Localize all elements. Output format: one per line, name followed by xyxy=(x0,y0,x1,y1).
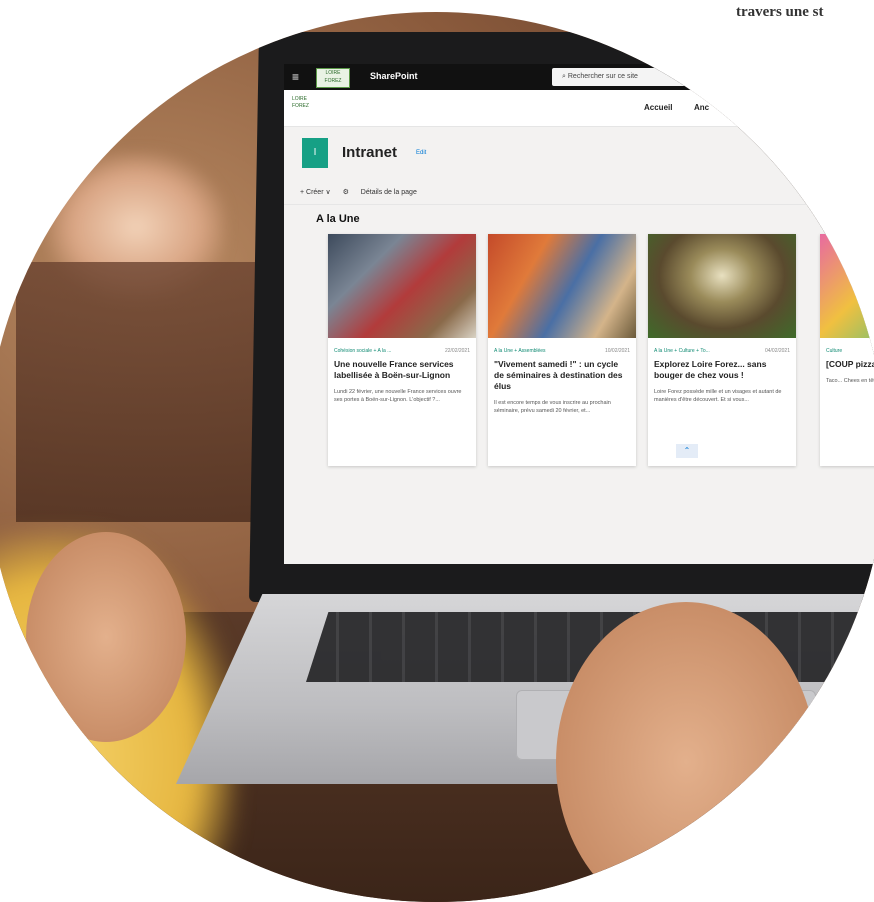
section-title: A la Une xyxy=(316,213,360,225)
news-card-image xyxy=(488,234,636,338)
news-card-title[interactable]: "Vivement samedi !" : un cycle de sémina… xyxy=(488,354,636,392)
right-hand xyxy=(556,602,816,902)
news-card-description: Loire Forez possède mille et un visages … xyxy=(654,389,782,403)
news-card-description: Taco... Chees en tête xyxy=(826,378,874,384)
cropped-heading-text: travers une st xyxy=(736,4,824,20)
news-card-meta: Cohésion sociale + A la ... 22/02/2021 xyxy=(328,338,476,354)
news-card-image xyxy=(328,234,476,338)
left-hand xyxy=(26,532,186,742)
sharepoint-app-name[interactable]: SharePoint xyxy=(370,71,418,81)
news-card-category: A la Une + Culture + To... xyxy=(654,348,710,354)
news-card[interactable]: Culture [COUP pizza... rapidit Taco... C… xyxy=(820,234,874,466)
news-card-category: Culture xyxy=(826,348,843,354)
news-card[interactable]: A la Une + Culture + To... 04/02/2021 Ex… xyxy=(648,234,796,466)
news-card-category: A la Une + Assemblées xyxy=(494,348,546,354)
news-card-meta: A la Une + Assemblées 10/02/2021 xyxy=(488,338,636,354)
scroll-up-icon[interactable]: ⌃ xyxy=(676,444,698,458)
site-search-input[interactable]: ⌕ Rechercher sur ce site xyxy=(552,68,802,86)
laptop-screen: ≡ LOIRE FOREZ SharePoint ⌕ Rechercher su… xyxy=(284,64,874,564)
background-shelf xyxy=(16,262,256,522)
edit-link[interactable]: Edit xyxy=(416,150,426,156)
laptop-photo: ≡ LOIRE FOREZ SharePoint ⌕ Rechercher su… xyxy=(0,12,874,902)
news-card[interactable]: Cohésion sociale + A la ... 22/02/2021 U… xyxy=(328,234,476,466)
nav-accueil[interactable]: Accueil xyxy=(644,103,672,112)
org-logo[interactable]: LOIRE FOREZ xyxy=(316,68,350,88)
command-bar: + Créer ∨ ⚙ Détails de la page xyxy=(300,188,437,196)
news-card-title[interactable]: [COUP pizza... rapidit xyxy=(820,354,874,370)
news-card-description: Il est encore temps de vous inscrire au … xyxy=(494,400,611,414)
news-card-meta: A la Une + Culture + To... 04/02/2021 xyxy=(648,338,796,354)
site-logo[interactable]: LOIRE FOREZ xyxy=(292,96,316,120)
site-icon: I xyxy=(302,138,328,168)
create-button[interactable]: + Créer ∨ xyxy=(300,189,331,196)
news-card-title[interactable]: Une nouvelle France services labellisée … xyxy=(328,354,476,381)
search-placeholder: Rechercher sur ce site xyxy=(567,73,638,80)
site-title: Intranet xyxy=(342,144,398,161)
app-launcher-icon[interactable]: ≡ xyxy=(292,70,299,84)
gear-icon: ⚙ xyxy=(342,189,351,196)
news-card-meta: Culture xyxy=(820,338,874,354)
suite-bar: ≡ LOIRE FOREZ SharePoint ⌕ Rechercher su… xyxy=(284,64,874,90)
nav-item-truncated[interactable]: Anc xyxy=(694,103,709,112)
news-card-description: Lundi 22 février, une nouvelle France se… xyxy=(334,389,462,403)
news-card-date: 10/02/2021 xyxy=(604,348,630,354)
news-card-title[interactable]: Explorez Loire Forez... sans bouger de c… xyxy=(648,354,796,381)
news-card-category: Cohésion sociale + A la ... xyxy=(334,348,392,354)
page-details-button[interactable]: ⚙ Détails de la page xyxy=(343,189,427,196)
page-details-label: Détails de la page xyxy=(360,189,417,196)
news-card[interactable]: A la Une + Assemblées 10/02/2021 "Viveme… xyxy=(488,234,636,466)
news-card-date: 04/02/2021 xyxy=(764,348,790,354)
news-card-image xyxy=(820,234,874,338)
news-card-image xyxy=(648,234,796,338)
site-header: LOIRE FOREZ Accueil Anc xyxy=(284,90,874,127)
news-card-date: 22/02/2021 xyxy=(444,348,470,354)
divider xyxy=(284,204,874,205)
